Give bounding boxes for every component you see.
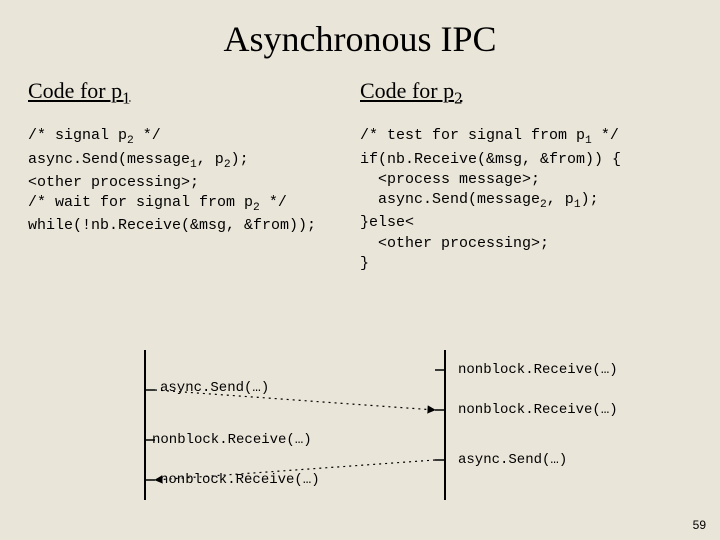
r3: <process message>;: [360, 171, 540, 188]
r1a: /* test for signal from p: [360, 127, 585, 144]
right-column: Code for p2 /* test for signal from p1 *…: [360, 78, 692, 274]
left-column: Code for p1 /* signal p2 */ async.Send(m…: [28, 78, 360, 274]
r4s1: 2: [540, 199, 547, 211]
l3: <other processing>;: [28, 174, 199, 191]
l4b: */: [260, 194, 287, 211]
l2a: async.Send(message: [28, 151, 190, 168]
l4s: 2: [253, 202, 260, 214]
l2c: );: [231, 151, 249, 168]
l1a: /* signal p: [28, 127, 127, 144]
sequence-diagram: async.Send(…) nonblock.Receive(…) nonblo…: [0, 340, 720, 510]
r4a: async.Send(message: [360, 191, 540, 208]
diagram-label-r3: async.Send(…): [458, 452, 567, 468]
r4c: );: [581, 191, 599, 208]
columns: Code for p1 /* signal p2 */ async.Send(m…: [28, 78, 692, 274]
slide: Asynchronous IPC Code for p1 /* signal p…: [0, 0, 720, 540]
diagram-label-l1: async.Send(…): [160, 380, 269, 396]
r4s2: 1: [574, 199, 581, 211]
left-heading-sub: 1: [122, 88, 130, 107]
left-heading-text: Code for p: [28, 78, 122, 103]
diagram-label-l2: nonblock.Receive(…): [152, 432, 312, 448]
l1s: 2: [127, 135, 134, 147]
diagram-label-r2: nonblock.Receive(…): [458, 402, 618, 418]
right-code: /* test for signal from p1 */ if(nb.Rece…: [360, 126, 692, 274]
diagram-label-l3: nonblock.Receive(…): [160, 472, 320, 488]
r1s: 1: [585, 135, 592, 147]
left-heading: Code for p1: [28, 78, 360, 108]
r7: }: [360, 255, 369, 272]
l4a: /* wait for signal from p: [28, 194, 253, 211]
l5: while(!nb.Receive(&msg, &from));: [28, 217, 316, 234]
r1b: */: [592, 127, 619, 144]
right-heading-text: Code for p: [360, 78, 454, 103]
r4b: , p: [547, 191, 574, 208]
right-heading-sub: 2: [454, 88, 462, 107]
l2s1: 1: [190, 159, 197, 171]
left-code: /* signal p2 */ async.Send(message1, p2)…: [28, 126, 360, 236]
diagram-label-r1: nonblock.Receive(…): [458, 362, 618, 378]
right-heading: Code for p2: [360, 78, 692, 108]
page-title: Asynchronous IPC: [28, 18, 692, 60]
page-number: 59: [693, 518, 706, 532]
l1b: */: [134, 127, 161, 144]
r6: <other processing>;: [360, 235, 549, 252]
r5: }else<: [360, 214, 414, 231]
l2b: , p: [197, 151, 224, 168]
r2: if(nb.Receive(&msg, &from)) {: [360, 151, 621, 168]
l2s2: 2: [224, 159, 231, 171]
